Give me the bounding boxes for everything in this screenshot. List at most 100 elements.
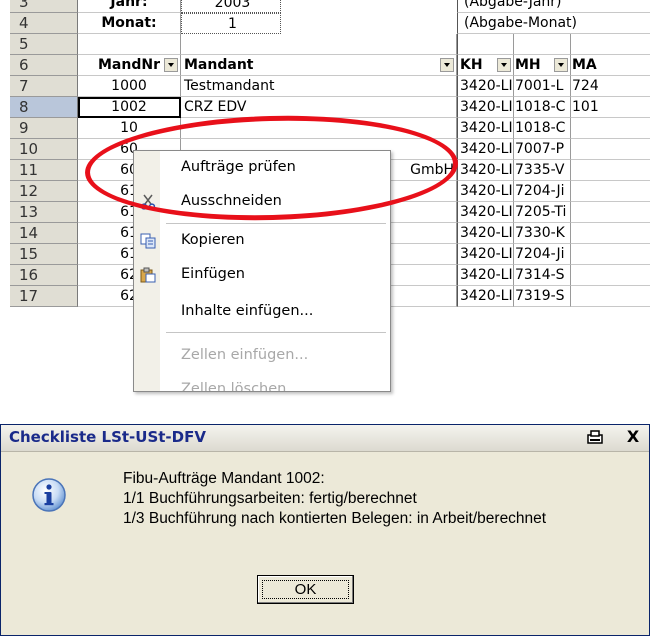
- cell-text: 3420-LI: [460, 267, 513, 283]
- table-cell[interactable]: 3420-LI: [457, 265, 514, 286]
- menu-item-label: Ausschneiden: [181, 193, 282, 209]
- table-cell[interactable]: [571, 244, 650, 265]
- table-cell[interactable]: [571, 223, 650, 244]
- table-cell[interactable]: (Abgabe-Jahr): [457, 0, 650, 13]
- row-number[interactable]: 17: [10, 286, 78, 307]
- row-number[interactable]: 11: [10, 160, 78, 181]
- table-cell[interactable]: [457, 34, 514, 55]
- table-cell[interactable]: 7204-Ji: [514, 181, 571, 202]
- table-cell[interactable]: (Abgabe-Monat): [457, 13, 650, 34]
- column-header[interactable]: MH: [514, 55, 571, 76]
- table-cell[interactable]: CRZ EDV: [181, 97, 457, 118]
- filter-dropdown-icon[interactable]: [440, 58, 454, 72]
- row-number[interactable]: 12: [10, 181, 78, 202]
- menu-item[interactable]: Kopieren: [134, 224, 390, 258]
- menu-item[interactable]: Inhalte einfügen...: [134, 295, 390, 329]
- table-row: 4 Monat: 1 (Abgabe-Monat): [10, 13, 650, 34]
- row-number[interactable]: 9: [10, 118, 78, 139]
- cell-text: 10: [120, 120, 138, 136]
- table-cell[interactable]: [181, 118, 457, 139]
- filter-dropdown-icon[interactable]: [554, 58, 568, 72]
- table-cell[interactable]: 724: [571, 76, 650, 97]
- row-number[interactable]: 16: [10, 265, 78, 286]
- table-cell[interactable]: 3420-LI: [457, 202, 514, 223]
- close-button[interactable]: X: [623, 428, 643, 447]
- cell-text: (Abgabe-Jahr): [464, 0, 562, 10]
- table-cell[interactable]: 7314-S: [514, 265, 571, 286]
- filter-dropdown-icon[interactable]: [164, 58, 178, 72]
- column-header[interactable]: Mandant: [181, 55, 457, 76]
- row-number[interactable]: 8: [10, 97, 78, 118]
- table-cell[interactable]: 1018-C: [514, 97, 571, 118]
- table-cell[interactable]: 2003: [181, 0, 281, 13]
- table-cell[interactable]: [571, 118, 650, 139]
- table-cell[interactable]: 7205-Ti: [514, 202, 571, 223]
- table-cell[interactable]: 7007-P: [514, 139, 571, 160]
- dialog-titlebar[interactable]: Checkliste LSt-USt-DFV X: [1, 425, 649, 452]
- row-number[interactable]: 5: [10, 34, 78, 55]
- table-cell[interactable]: 101: [571, 97, 650, 118]
- table-cell[interactable]: [514, 34, 571, 55]
- cell-text: 7007-P: [515, 141, 565, 157]
- table-cell[interactable]: [571, 265, 650, 286]
- scissors-icon: [140, 194, 156, 210]
- table-cell[interactable]: 3420-LI: [457, 97, 514, 118]
- menu-item[interactable]: Ausschneiden: [134, 185, 390, 219]
- table-cell[interactable]: 3420-LI: [457, 118, 514, 139]
- row-number[interactable]: 7: [10, 76, 78, 97]
- row-number[interactable]: 13: [10, 202, 78, 223]
- cell-text: 101: [572, 99, 599, 115]
- table-cell[interactable]: 3420-LI: [457, 181, 514, 202]
- table-cell[interactable]: [571, 34, 650, 55]
- ok-button[interactable]: OK: [257, 575, 354, 604]
- table-cell[interactable]: [571, 139, 650, 160]
- print-icon[interactable]: [585, 428, 605, 447]
- table-cell[interactable]: Monat:: [78, 13, 181, 34]
- table-cell[interactable]: 7335-V: [514, 160, 571, 181]
- table-cell[interactable]: 10: [78, 118, 181, 139]
- column-header[interactable]: MandNr: [78, 55, 181, 76]
- cell-text: Testmandant: [184, 78, 275, 94]
- table-cell[interactable]: [181, 34, 457, 55]
- cell-text: 3420-LI: [460, 246, 513, 262]
- row-number[interactable]: 10: [10, 139, 78, 160]
- menu-item[interactable]: Einfügen: [134, 258, 390, 292]
- table-cell[interactable]: [571, 160, 650, 181]
- table-cell[interactable]: Testmandant: [181, 76, 457, 97]
- table-cell[interactable]: Jahr:: [78, 0, 181, 13]
- info-icon: [31, 477, 67, 513]
- row-number[interactable]: 4: [10, 13, 78, 34]
- column-header[interactable]: KH: [457, 55, 514, 76]
- table-cell[interactable]: 7330-K: [514, 223, 571, 244]
- row-number[interactable]: 14: [10, 223, 78, 244]
- table-row: 3 Jahr: 2003 (Abgabe-Jahr): [10, 0, 650, 13]
- filter-dropdown-icon[interactable]: [497, 58, 511, 72]
- table-cell[interactable]: [571, 181, 650, 202]
- row-number[interactable]: 3: [10, 0, 78, 13]
- menu-item[interactable]: Aufträge prüfen: [134, 151, 390, 185]
- cell-text: GmbH: [410, 162, 454, 178]
- row-number[interactable]: 6: [10, 55, 78, 76]
- table-cell[interactable]: 3420-LI: [457, 223, 514, 244]
- table-cell[interactable]: 3420-LI: [457, 76, 514, 97]
- table-cell[interactable]: [571, 286, 650, 307]
- table-cell[interactable]: 7319-S: [514, 286, 571, 307]
- table-cell[interactable]: 1: [181, 13, 281, 34]
- column-header[interactable]: MA: [571, 55, 650, 76]
- dialog-message: Fibu-Aufträge Mandant 1002: 1/1 Buchführ…: [123, 469, 546, 529]
- row-number[interactable]: 15: [10, 244, 78, 265]
- table-cell[interactable]: 7001-L: [514, 76, 571, 97]
- table-cell[interactable]: 3420-LI: [457, 244, 514, 265]
- table-cell[interactable]: 1002: [78, 97, 181, 118]
- table-cell[interactable]: [571, 202, 650, 223]
- table-cell[interactable]: 7204-Ji: [514, 244, 571, 265]
- table-cell[interactable]: 1018-C: [514, 118, 571, 139]
- table-cell[interactable]: 3420-LI: [457, 286, 514, 307]
- cell-text: 3420-LI: [460, 78, 513, 94]
- table-cell[interactable]: 1000: [78, 76, 181, 97]
- table-cell[interactable]: 3420-LI: [457, 160, 514, 181]
- table-cell[interactable]: [78, 34, 181, 55]
- table-cell[interactable]: 3420-LI: [457, 139, 514, 160]
- cell-text: 3420-LI: [460, 204, 513, 220]
- cell-text: 3420-LI: [460, 141, 513, 157]
